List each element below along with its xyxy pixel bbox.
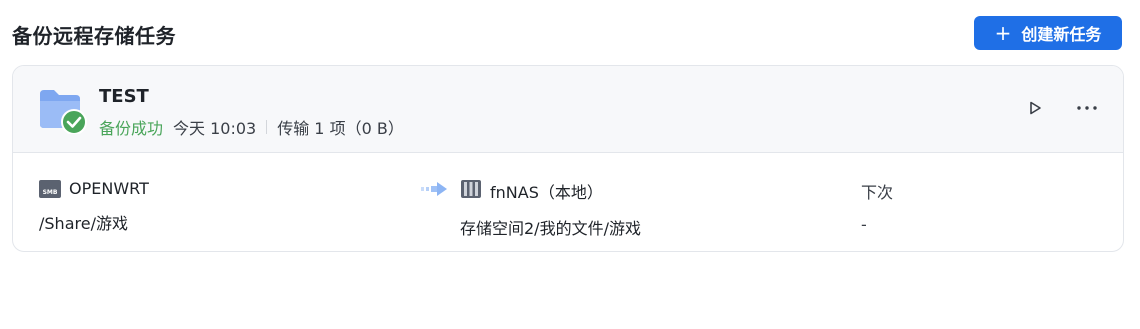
plus-icon: + <box>994 21 1012 45</box>
next-run-label: 下次 <box>861 183 894 202</box>
task-card[interactable]: TEST 备份成功 今天 10:03 传输 1 项（0 B） SMB OPENW… <box>12 65 1124 252</box>
destination-name: fnNAS（本地） <box>490 183 603 202</box>
meta-divider <box>266 120 268 134</box>
task-card-header: TEST 备份成功 今天 10:03 传输 1 项（0 B） <box>13 66 1123 153</box>
play-icon[interactable] <box>1027 100 1043 120</box>
destination-path: 存储空间2/我的文件/游戏 <box>460 219 641 238</box>
status-text: 备份成功 <box>99 119 164 138</box>
folder-check-icon <box>38 88 88 138</box>
source-path: /Share/游戏 <box>39 214 128 233</box>
task-name: TEST <box>99 86 149 107</box>
task-meta: 备份成功 今天 10:03 传输 1 项（0 B） <box>99 115 404 139</box>
create-task-button[interactable]: + 创建新任务 <box>974 16 1122 50</box>
create-task-label: 创建新任务 <box>1021 25 1102 44</box>
page-title: 备份远程存储任务 <box>12 24 176 48</box>
next-run-value: - <box>861 215 867 234</box>
transfer-summary: 传输 1 项（0 B） <box>277 119 404 138</box>
more-horizontal-icon[interactable] <box>1075 98 1099 122</box>
last-run-time: 今天 10:03 <box>173 119 257 138</box>
nas-icon <box>460 179 482 203</box>
destination-column: fnNAS（本地） 存储空间2/我的文件/游戏 <box>460 179 641 239</box>
smb-server-icon: SMB <box>39 179 61 198</box>
next-run-column: 下次 - <box>861 179 893 234</box>
source-name: OPENWRT <box>69 179 149 198</box>
transfer-arrow-icon <box>421 180 449 202</box>
source-column: SMB OPENWRT /Share/游戏 <box>39 179 149 234</box>
